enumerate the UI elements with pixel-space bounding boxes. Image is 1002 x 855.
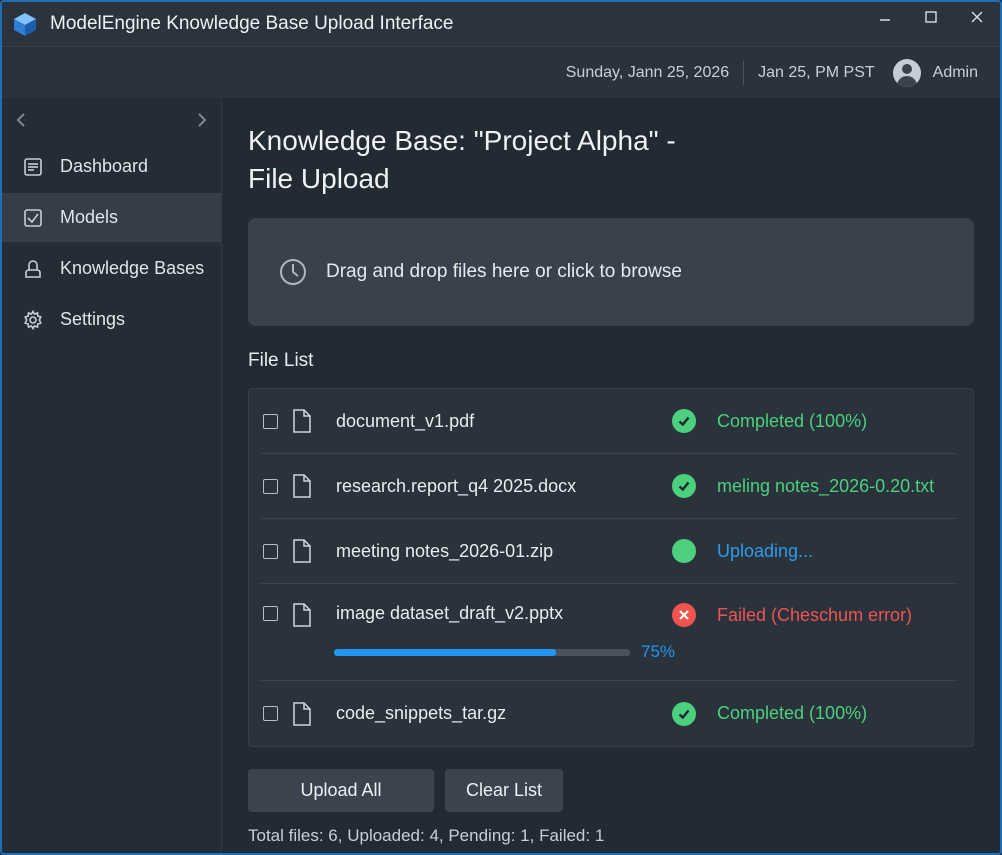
chevron-left-icon [16,113,25,127]
file-status: Completed (100%) [672,701,868,726]
cube-logo-icon [14,13,36,36]
file-row: document_v1.pdf Completed (100%) [261,389,957,454]
sidebar-item-label: Models [60,207,119,227]
clear-list-button[interactable]: Clear List [445,769,563,812]
file-name: research.report_q4 2025.docx [336,475,577,496]
file-status: Completed (100%) [672,409,867,433]
file-row: image dataset_draft_v2.pptx Failed (Ches… [261,584,957,681]
checkbox-icon [22,207,44,229]
file-icon [292,409,314,433]
sidebar-item-dashboard[interactable]: Dashboard [2,142,221,191]
check-circle-icon [672,409,696,433]
progress-percent: 75% [641,642,676,661]
sidebar-item-label: Dashboard [60,156,149,176]
check-circle-icon [672,701,696,726]
file-dropzone[interactable]: Drag and drop files here or click to bro… [248,218,974,326]
date-display: Sunday, Jann 25, 2026 [565,63,730,81]
progress-fill [334,648,556,656]
file-icon [292,701,314,726]
sidebar: Dashboard Models Knowledge Bases Setting… [2,98,222,853]
sidebar-item-label: Settings [60,309,126,329]
sidebar-item-label: Knowledge Bases [60,258,205,278]
app-window: ModelEngine Knowledge Base Upload Interf… [0,0,1002,855]
sidebar-item-knowledge-bases[interactable]: Knowledge Bases [2,244,221,293]
file-name: image dataset_draft_v2.pptx [336,603,564,623]
page-title: Knowledge Base: "Project Alpha" - File U… [248,125,676,194]
status-text: Uploading... [717,540,814,561]
minimize-icon [880,19,890,21]
main-content: Knowledge Base: "Project Alpha" - File U… [248,98,974,853]
file-row: meeting notes_2026-01.zip Uploading... [261,519,957,584]
user-avatar-icon [892,58,921,87]
user-menu[interactable]: Admin [892,58,978,87]
maximize-icon [925,11,937,23]
chevron-right-icon [198,113,207,127]
upload-all-button[interactable]: Upload All [248,769,434,812]
file-list: document_v1.pdf Completed (100%) researc… [248,388,974,747]
uploading-dot-icon [672,539,696,563]
file-name: document_v1.pdf [336,410,475,431]
time-display: Jan 25, PM PST [758,63,875,81]
file-icon [292,603,314,627]
stack-icon [22,258,44,280]
error-circle-icon [672,603,696,627]
file-row: research.report_q4 2025.docx meling note… [261,454,957,519]
progress-track [334,648,630,656]
minimize-button[interactable] [862,2,908,32]
upload-progress: 75% [334,642,675,662]
file-status: meling notes_2026-0.20.txt [672,474,934,498]
file-checkbox[interactable] [263,606,278,621]
close-button[interactable] [954,2,1000,32]
upload-summary: Total files: 6, Uploaded: 4, Pending: 1,… [248,826,605,845]
app-title: ModelEngine Knowledge Base Upload Interf… [50,13,454,34]
file-icon [292,539,314,563]
top-header: Sunday, Jann 25, 2026 Jan 25, PM PST Adm… [2,46,1000,98]
file-checkbox[interactable] [263,478,278,494]
dropzone-text: Drag and drop files here or click to bro… [326,261,682,282]
gear-icon [22,309,44,331]
window-controls [862,2,1000,32]
maximize-button[interactable] [908,2,954,32]
file-name: code_snippets_tar.gz [336,703,507,723]
upload-clock-icon [280,259,306,285]
file-checkbox[interactable] [263,543,278,559]
header-divider [743,60,745,85]
file-checkbox[interactable] [263,706,278,721]
status-text: meling notes_2026-0.20.txt [717,475,935,496]
file-checkbox[interactable] [263,413,278,429]
status-text: Completed (100%) [717,410,868,431]
close-icon [971,11,983,23]
user-name: Admin [932,63,978,81]
status-text: Completed (100%) [717,703,868,723]
dashboard-icon [22,156,44,178]
file-list-title: File List [248,350,314,371]
sidebar-nav [2,98,221,142]
check-circle-icon [672,474,696,498]
file-status: Failed (Cheschum error) [672,603,912,627]
file-row: code_snippets_tar.gz Completed (100%) [261,681,957,746]
back-button[interactable] [16,112,26,128]
file-icon [292,474,314,498]
action-buttons: Upload All Clear List [248,769,974,812]
sidebar-item-settings[interactable]: Settings [2,295,221,344]
file-name: meeting notes_2026-01.zip [336,540,554,561]
title-bar: ModelEngine Knowledge Base Upload Interf… [2,2,1000,46]
file-status: Uploading... [672,539,813,563]
status-text: Failed (Cheschum error) [717,604,913,625]
forward-button[interactable] [197,112,207,128]
sidebar-item-models[interactable]: Models [2,193,221,242]
